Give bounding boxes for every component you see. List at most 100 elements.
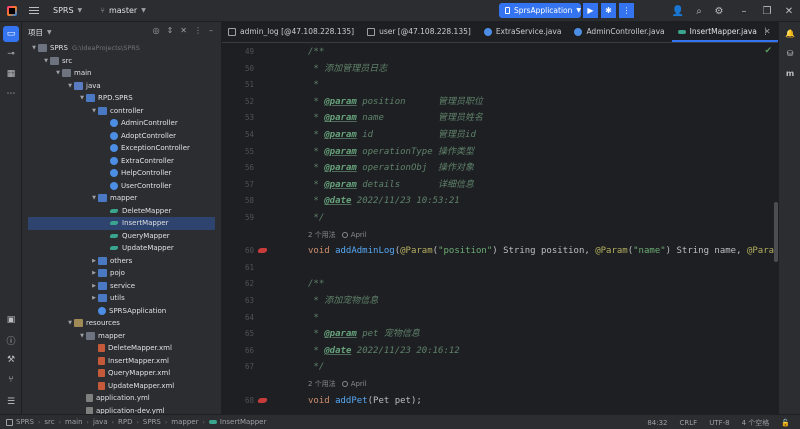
indent-setting[interactable]: 4 个空格: [742, 418, 770, 428]
tree-item[interactable]: HelpController: [22, 167, 216, 180]
main-menu-icon[interactable]: [29, 7, 39, 14]
breadcrumb-item[interactable]: java: [93, 418, 108, 426]
tree-item[interactable]: ▼ mapper: [22, 192, 216, 205]
more-actions-button[interactable]: ⋮: [619, 3, 634, 18]
more-horizontal-icon[interactable]: ⋯: [3, 86, 19, 102]
tree-item[interactable]: QueryMapper: [22, 230, 216, 243]
minimize-icon[interactable]: –: [737, 4, 751, 18]
chevron-down-icon[interactable]: ▼: [90, 195, 98, 201]
author-hint[interactable]: April: [341, 228, 367, 242]
file-encoding[interactable]: UTF-8: [709, 419, 729, 427]
tree-item[interactable]: ExceptionController: [22, 142, 216, 155]
git-icon[interactable]: ⑂: [3, 372, 19, 388]
tree-item[interactable]: UpdateMapper.xml: [22, 380, 216, 393]
chevron-right-icon[interactable]: ▶: [90, 258, 98, 264]
run-configuration-selector[interactable]: SprsApplication ▼: [499, 3, 581, 18]
tree-item[interactable]: ▼ resources: [22, 317, 216, 330]
lock-icon[interactable]: 🔓: [781, 419, 790, 427]
add-user-icon[interactable]: 👤: [671, 4, 685, 18]
tree-item[interactable]: ▼ main: [22, 67, 216, 80]
tree-item[interactable]: ▶ service: [22, 280, 216, 293]
chevron-down-icon[interactable]: ▼: [66, 83, 74, 89]
tree-item[interactable]: ▼ src: [22, 55, 216, 68]
tree-item[interactable]: AdoptController: [22, 130, 216, 143]
project-folder-icon[interactable]: ▭: [3, 26, 19, 42]
tree-item[interactable]: application.yml: [22, 392, 216, 405]
editor-tab[interactable]: admin_log [@47.108.228.135]: [222, 22, 361, 42]
line-ending[interactable]: CRLF: [680, 419, 698, 427]
chevron-down-icon[interactable]: ▼: [42, 58, 50, 64]
code-vision-hint[interactable]: 2 个用法 April: [308, 228, 367, 242]
tree-item[interactable]: InsertMapper: [28, 217, 215, 230]
tree-item[interactable]: ▼ RPD.SPRS: [22, 92, 216, 105]
tree-item[interactable]: ▼ java: [22, 80, 216, 93]
restore-icon[interactable]: ❐: [760, 4, 774, 18]
chevron-down-icon[interactable]: ▼: [90, 108, 98, 114]
chevron-down-icon[interactable]: ▼: [66, 320, 74, 326]
editor-tab[interactable]: AdminController.java: [568, 22, 671, 42]
chevron-right-icon[interactable]: ▶: [90, 295, 98, 301]
close-icon[interactable]: ✕: [782, 4, 796, 18]
gear-icon[interactable]: ⚙: [712, 4, 726, 18]
editor-tab[interactable]: ExtraService.java: [478, 22, 569, 42]
commit-icon[interactable]: ⊸: [3, 46, 19, 62]
tree-item[interactable]: DeleteMapper: [22, 205, 216, 218]
tree-item[interactable]: ▶ others: [22, 255, 216, 268]
branch-switcher[interactable]: ⑂ master ▼: [100, 6, 146, 15]
chevron-down-icon[interactable]: ▼: [54, 70, 62, 76]
chevron-down-icon[interactable]: ▼: [78, 95, 86, 101]
tree-item[interactable]: InsertMapper.xml: [22, 355, 216, 368]
build-icon[interactable]: ⚒: [3, 352, 19, 368]
project-panel-header[interactable]: 项目 ▼ ◎ ⇕ ✕ ⋮ –: [22, 22, 221, 42]
tree-item[interactable]: UserController: [22, 180, 216, 193]
breadcrumb-item[interactable]: RPD: [118, 418, 132, 426]
mybatis-mapper-icon[interactable]: [258, 397, 268, 405]
tree-item[interactable]: DeleteMapper.xml: [22, 342, 216, 355]
todo-icon[interactable]: ☰: [3, 394, 19, 410]
more-vertical-icon[interactable]: ⋮: [761, 27, 770, 37]
more-vertical-icon[interactable]: ⋮: [194, 26, 202, 35]
chevron-right-icon[interactable]: ▶: [90, 283, 98, 289]
tree-item[interactable]: ▼ controller: [22, 105, 216, 118]
chevron-right-icon[interactable]: ▶: [90, 270, 98, 276]
notifications-icon[interactable]: 🔔: [783, 26, 797, 40]
collapse-icon[interactable]: ✕: [180, 26, 187, 35]
problems-icon[interactable]: ⓘ: [3, 332, 19, 348]
breadcrumb-item[interactable]: InsertMapper: [208, 418, 266, 426]
mybatis-mapper-icon[interactable]: [258, 247, 268, 255]
breadcrumb-item[interactable]: SPRS: [6, 418, 34, 426]
breadcrumb-item[interactable]: src: [44, 418, 54, 426]
breadcrumb-item[interactable]: mapper: [171, 418, 198, 426]
usages-count[interactable]: 2 个用法: [308, 228, 336, 242]
tree-item[interactable]: ▶ pojo: [22, 267, 216, 280]
debug-button[interactable]: ✱: [601, 3, 616, 18]
search-icon[interactable]: ⌕: [692, 4, 706, 18]
tree-item[interactable]: UpdateMapper: [22, 242, 216, 255]
chevron-down-icon[interactable]: ▼: [78, 333, 86, 339]
terminal-icon[interactable]: ▣: [3, 312, 19, 328]
tree-item[interactable]: ▼ mapper: [22, 330, 216, 343]
inspection-ok-icon[interactable]: ✔: [764, 46, 772, 56]
project-switcher[interactable]: SPRS ▼: [53, 6, 82, 15]
maven-icon[interactable]: m: [783, 66, 797, 80]
tree-item[interactable]: SPRSApplication: [22, 305, 216, 318]
hide-icon[interactable]: –: [209, 26, 213, 35]
tree-item[interactable]: QueryMapper.xml: [22, 367, 216, 380]
tree-item[interactable]: ExtraController: [22, 155, 216, 168]
tree-item[interactable]: AdminController: [22, 117, 216, 130]
locate-icon[interactable]: ◎: [153, 26, 160, 35]
run-button[interactable]: ▶: [583, 3, 598, 18]
breadcrumb-item[interactable]: main: [65, 418, 83, 426]
code-vision-hint[interactable]: 2 个用法 April: [308, 377, 367, 391]
breadcrumb-item[interactable]: SPRS: [143, 418, 161, 426]
tree-item[interactable]: application-dev.yml: [22, 405, 216, 414]
chevron-down-icon[interactable]: ▼: [30, 45, 38, 51]
tree-item[interactable]: ▼ SPRS G:\IdeaProjects\SPRS: [22, 42, 216, 55]
tree-item[interactable]: ▶ utils: [22, 292, 216, 305]
expand-icon[interactable]: ⇕: [167, 26, 174, 35]
database-icon[interactable]: ⛁: [783, 46, 797, 60]
author-hint[interactable]: April: [341, 377, 367, 391]
caret-position[interactable]: 84:32: [647, 419, 667, 427]
editor-tab[interactable]: user [@47.108.228.135]: [361, 22, 478, 42]
usages-count[interactable]: 2 个用法: [308, 377, 336, 391]
